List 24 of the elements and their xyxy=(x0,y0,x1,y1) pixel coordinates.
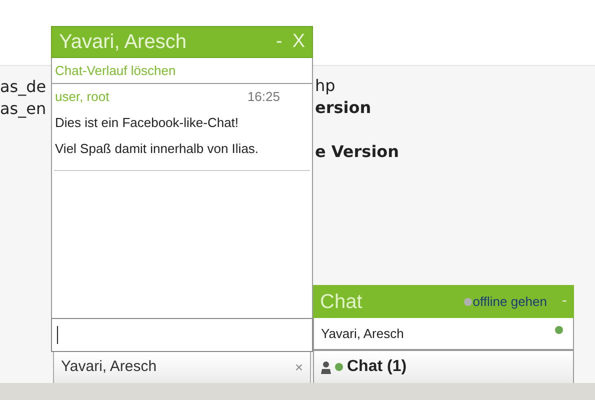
minimize-button[interactable]: - xyxy=(276,28,282,56)
message-input[interactable] xyxy=(51,318,313,352)
page-text: ersion xyxy=(314,97,372,119)
message-author: user, root xyxy=(55,88,110,106)
page-text: e Version xyxy=(314,141,400,163)
chat-bar[interactable]: Chat (1) xyxy=(313,350,574,383)
page-text: as_de xyxy=(0,76,46,98)
contact-row[interactable]: Yavari, Aresch xyxy=(314,318,573,349)
chat-bar-label: Chat (1) xyxy=(347,357,407,377)
page-text: as_en xyxy=(0,98,46,120)
message-time: 16:25 xyxy=(247,88,280,106)
clear-history-link[interactable]: Chat-Verlauf löschen xyxy=(55,60,176,80)
minimize-button[interactable]: - xyxy=(562,290,567,313)
message-text: Viel Spaß damit innerhalb von Ilias. xyxy=(54,140,260,158)
person-icon xyxy=(321,360,331,374)
chat-tab[interactable]: Yavari, Aresch × xyxy=(53,352,311,383)
message-text: Dies ist ein Facebook-like-Chat! xyxy=(54,114,240,132)
panel-title: Chat xyxy=(320,290,362,314)
tab-close-button[interactable]: × xyxy=(294,357,303,378)
offline-link[interactable]: offline gehen xyxy=(472,292,547,312)
tab-label: Yavari, Aresch xyxy=(61,357,157,378)
window-title: Yavari, Aresch xyxy=(59,30,186,55)
page-text: hp xyxy=(314,76,336,96)
close-button[interactable]: X xyxy=(292,28,305,56)
